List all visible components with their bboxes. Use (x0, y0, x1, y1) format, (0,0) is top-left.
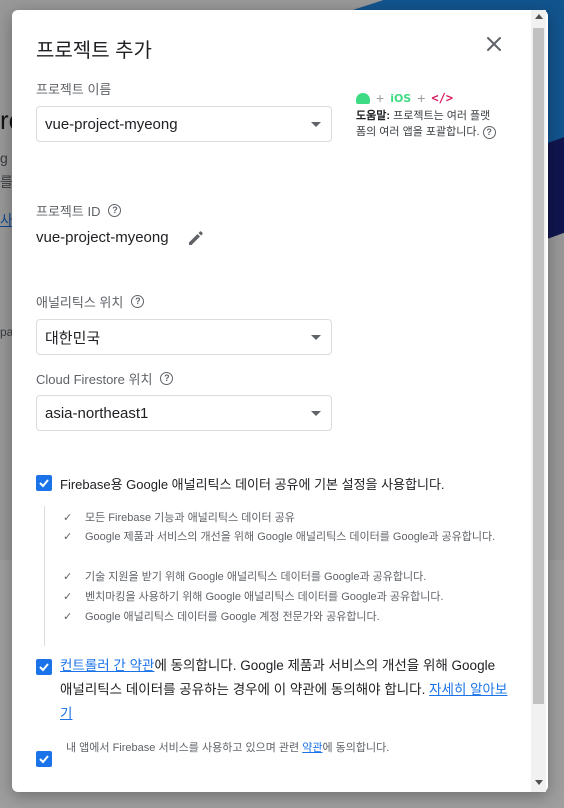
check-icon: ✓ (63, 531, 73, 543)
scroll-down-arrow-icon[interactable] (535, 780, 543, 785)
help-icon[interactable]: ? (131, 295, 145, 308)
close-icon (487, 37, 501, 51)
sharing-options-list: ✓ 모든 Firebase 기능과 애널리틱스 데이터 공유 ✓ Google … (44, 506, 514, 646)
plus-icon: + (417, 90, 426, 106)
add-project-dialog: 프로젝트 추가 프로젝트 이름 vue-project-myeong + iOS… (12, 10, 548, 792)
edit-project-id-button[interactable] (186, 228, 206, 248)
chevron-down-icon (311, 335, 321, 340)
check-icon: ✓ (63, 591, 73, 603)
sharing-default-checkbox[interactable] (36, 475, 52, 491)
controller-terms-link[interactable]: 컨트롤러 간 약관 (60, 658, 154, 673)
help-icon[interactable]: ? (108, 204, 122, 217)
controller-terms-checkbox[interactable] (36, 659, 52, 675)
help-text: 도움말: 프로젝트는 여러 플랫폼의 여러 앱을 포괄합니다. ? (356, 108, 496, 140)
firestore-location-select[interactable]: asia-northeast1 (36, 395, 332, 431)
dialog-title: 프로젝트 추가 (36, 40, 152, 62)
platform-icons: + iOS + </> (356, 90, 453, 106)
scroll-up-arrow-icon[interactable] (535, 14, 543, 19)
firebase-terms-text: 내 앱에서 Firebase 서비스를 사용하고 있으며 관련 약관에 동의합니… (66, 742, 390, 754)
scrollbar-thumb[interactable] (533, 28, 544, 704)
project-name-select[interactable]: vue-project-myeong (36, 106, 332, 142)
chevron-down-icon (311, 122, 321, 127)
firestore-location-label: Cloud Firestore 위치 ? (36, 369, 174, 388)
check-icon: ✓ (63, 571, 73, 583)
check-icon: ✓ (63, 512, 73, 524)
analytics-location-select[interactable]: 대한민국 (36, 319, 332, 355)
ios-icon: iOS (390, 91, 412, 105)
project-id-label: 프로젝트 ID ? (36, 201, 122, 220)
check-icon (39, 479, 49, 488)
close-button[interactable] (484, 34, 504, 54)
analytics-location-label: 애널리틱스 위치 ? (36, 292, 145, 311)
sharing-default-label: Firebase용 Google 애널리틱스 데이터 공유에 기본 설정을 사용… (60, 477, 445, 492)
check-icon (39, 663, 49, 672)
android-icon (356, 92, 370, 104)
check-icon: ✓ (63, 611, 73, 623)
project-name-label: 프로젝트 이름 (36, 82, 112, 97)
list-item: ✓ 기술 지원을 받기 위해 Google 애널리틱스 데이터를 Google과… (63, 569, 503, 586)
list-item: ✓ Google 제품과 서비스의 개선을 위해 Google 애널리틱스 데이… (63, 529, 503, 546)
firebase-terms-checkbox[interactable] (36, 751, 52, 767)
help-icon[interactable]: ? (482, 126, 496, 139)
terms-link[interactable]: 약관 (302, 742, 322, 754)
pencil-icon (189, 231, 203, 245)
list-item: ✓ 벤치마킹을 사용하기 위해 Google 애널리틱스 데이터를 Google… (63, 589, 503, 606)
list-item: ✓ 모든 Firebase 기능과 애널리틱스 데이터 공유 (63, 510, 503, 527)
code-icon: </> (431, 91, 454, 105)
project-id-value: vue-project-myeong (36, 229, 169, 246)
chevron-down-icon (311, 411, 321, 416)
plus-icon: + (376, 90, 385, 106)
controller-terms-text: 컨트롤러 간 약관에 동의합니다. Google 제품과 서비스의 개선을 위해… (60, 658, 508, 721)
help-icon[interactable]: ? (160, 372, 174, 385)
list-item: ✓ Google 애널리틱스 데이터를 Google 계정 전문가와 공유합니다… (63, 609, 503, 626)
check-icon (39, 755, 49, 764)
